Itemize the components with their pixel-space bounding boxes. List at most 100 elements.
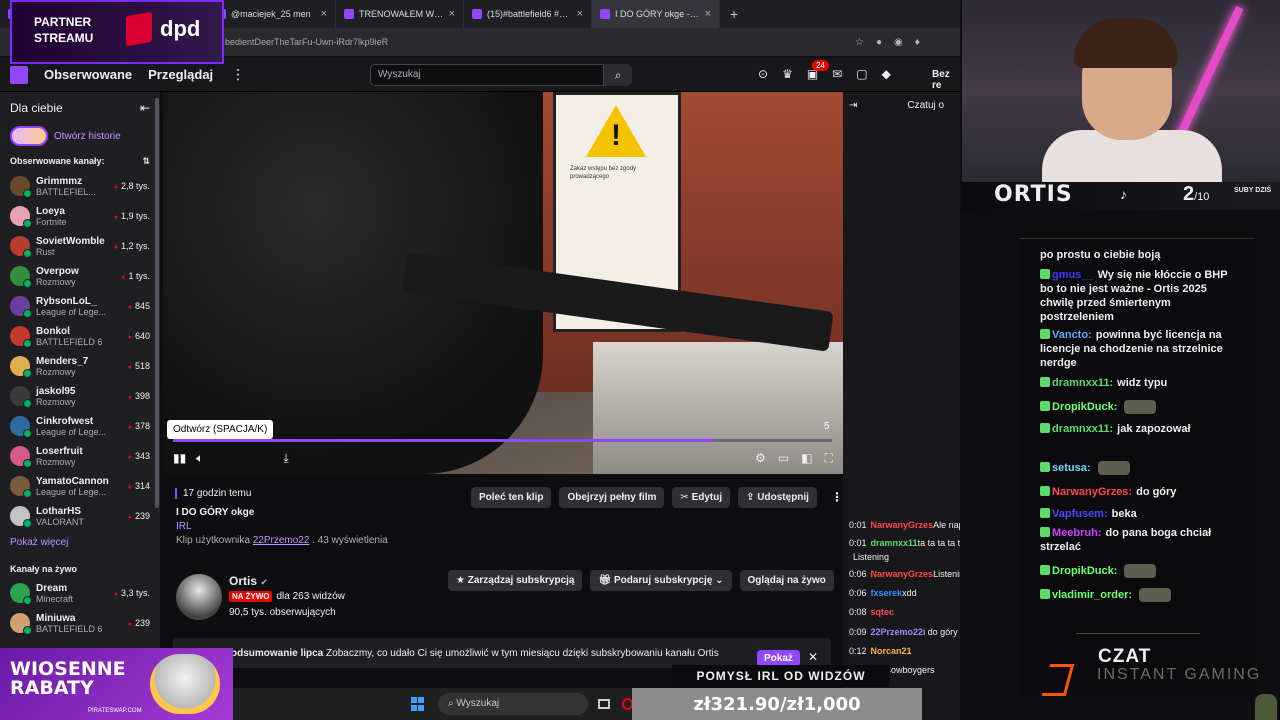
watch-full-video-button[interactable]: Obejrzyj pełny film bbox=[559, 487, 665, 508]
sidebar-channel[interactable]: Menders_7Rozmowy 518 bbox=[0, 351, 160, 381]
sidebar-channel[interactable]: SovietWombleRust 1,2 tys. bbox=[0, 231, 160, 261]
overlay-chat-message: Vapfusem: beka bbox=[1040, 507, 1240, 521]
monthly-summary-banner: odsumowanie lipca Zobaczmy, co udało Ci … bbox=[173, 638, 831, 668]
sidebar-scrollbar[interactable] bbox=[155, 98, 159, 508]
browser-tab[interactable]: @maciejek_25 men × bbox=[208, 0, 336, 28]
sidebar-channel[interactable]: BonkolBATTLEFIELD 6 640 bbox=[0, 321, 160, 351]
sub-goal-label: SUBY DZIŚ bbox=[1234, 187, 1272, 194]
sidebar-channel[interactable]: OverpowRozmowy 1 tys. bbox=[0, 261, 160, 291]
video-progress-bar[interactable] bbox=[173, 439, 832, 442]
chat-text: Listening bbox=[853, 552, 890, 562]
video-player[interactable]: Zakaz wstępu bez zgody prowadzącego bbox=[163, 92, 843, 474]
download-icon[interactable]: ⤓ bbox=[283, 451, 288, 466]
clip-author-link[interactable]: 22Przemo22 bbox=[253, 535, 310, 546]
sidebar-channel[interactable]: DreamMinecraft 3,3 tys. bbox=[0, 578, 160, 608]
share-button[interactable]: ⇪ Udostępnij bbox=[738, 487, 817, 508]
side-panel-icon[interactable]: ◧ bbox=[801, 451, 812, 466]
sidebar-channel[interactable]: jaskol95Rozmowy 398 bbox=[0, 381, 160, 411]
taskbar-search[interactable]: ⌕ Wyszukaj bbox=[438, 693, 589, 715]
overlay-chat-message: dramnxx11: widz typu bbox=[1040, 376, 1240, 390]
close-tab-icon[interactable]: × bbox=[705, 8, 711, 20]
sidebar-channel[interactable]: RybsonLoL_League of Lege... 845 bbox=[0, 291, 160, 321]
chat-username[interactable]: sqtec bbox=[871, 607, 895, 617]
chat-badge-icon bbox=[1040, 377, 1050, 387]
gift-icon: 🎁︎ bbox=[598, 575, 614, 586]
close-tab-icon[interactable]: × bbox=[449, 8, 455, 20]
clip-category-link[interactable]: IRL bbox=[176, 521, 192, 532]
channel-viewers: 1,9 tys. bbox=[114, 211, 150, 221]
chat-badge-icon bbox=[1040, 329, 1050, 339]
chat-badge-icon bbox=[1040, 401, 1050, 411]
chat-username[interactable]: fxserek bbox=[871, 588, 903, 598]
ad-free-button[interactable]: Bez re bbox=[932, 69, 960, 91]
url-field[interactable]: bedientDeerTheTarFu-Uwn-iRdr7lkp9ieR bbox=[225, 37, 845, 47]
verified-icon: ✔ bbox=[260, 577, 268, 587]
whispers-icon[interactable]: ▢ bbox=[856, 67, 867, 81]
emote-icon bbox=[1139, 588, 1172, 603]
search-icon[interactable]: ⌕ bbox=[604, 64, 632, 86]
prime-icon[interactable]: ♛ bbox=[782, 67, 793, 81]
channel-name: LotharHS bbox=[36, 505, 81, 517]
extension-icon[interactable]: ● bbox=[876, 37, 882, 48]
bookmark-star-icon[interactable]: ☆ bbox=[855, 37, 864, 48]
task-view-icon[interactable] bbox=[598, 699, 610, 709]
recommend-clip-button[interactable]: Poleć ten klip bbox=[471, 487, 552, 508]
manage-subscription-button[interactable]: ★ Zarządzaj subskrypcją bbox=[448, 570, 583, 591]
collapse-chat-icon[interactable]: ⇥ bbox=[849, 100, 857, 111]
close-icon[interactable]: ✕ bbox=[808, 650, 818, 664]
overlay-chat-text: po prostu o ciebie boją bbox=[1040, 249, 1161, 261]
settings-gear-icon[interactable]: ⚙ bbox=[755, 451, 766, 466]
browser-tab[interactable]: I DO GÓRY okge - Twi × bbox=[592, 0, 720, 28]
close-tab-icon[interactable]: × bbox=[321, 8, 327, 20]
chat-username[interactable]: dramnxx11 bbox=[871, 538, 918, 548]
nav-following[interactable]: Obserwowane bbox=[44, 67, 132, 82]
dpd-brand: dpd bbox=[160, 16, 201, 41]
channel-viewers: 3,3 tys. bbox=[114, 588, 150, 598]
close-tab-icon[interactable]: × bbox=[577, 8, 583, 20]
nav-browse[interactable]: Przeglądaj bbox=[148, 67, 213, 82]
channel-game: League of Lege... bbox=[36, 486, 107, 497]
new-tab-icon[interactable]: + bbox=[730, 6, 738, 22]
browser-tab[interactable]: TRENOWAŁEM W NOC× bbox=[336, 0, 464, 28]
play-icon[interactable]: ▮▮ bbox=[173, 451, 186, 465]
sidebar-channel[interactable]: MiniuwaBATTLEFIELD 6 239 bbox=[0, 608, 160, 638]
show-more-link[interactable]: Pokaż więcej bbox=[0, 531, 160, 554]
streamer-name[interactable]: Ortis bbox=[229, 574, 257, 588]
windows-start-icon[interactable] bbox=[411, 697, 426, 711]
extension-icon[interactable]: ♦ bbox=[915, 37, 920, 48]
drops-icon[interactable]: ⊙ bbox=[758, 67, 768, 81]
sidebar-channel[interactable]: LotharHSVALORANT 239 bbox=[0, 501, 160, 531]
tab-favicon-icon bbox=[472, 9, 482, 19]
gift-subscription-button[interactable]: 🎁︎ Podaruj subskrypcję ⌄ bbox=[590, 570, 732, 591]
sidebar-channel[interactable]: LoserfruitRozmowy 343 bbox=[0, 441, 160, 471]
chat-username[interactable]: NarwanyGrzes bbox=[871, 520, 934, 530]
channel-avatar bbox=[10, 613, 32, 635]
corner-mascot-icon bbox=[1255, 694, 1277, 720]
volume-icon[interactable]: 🔈︎ bbox=[196, 451, 203, 466]
more-icon[interactable]: ⋮ bbox=[231, 66, 245, 83]
sort-icon[interactable]: ⇅ bbox=[142, 156, 150, 167]
browser-tab[interactable]: (15)#battlefield6 #octo × bbox=[464, 0, 592, 28]
streamer-avatar[interactable] bbox=[176, 574, 222, 620]
extension-icon[interactable]: ◉ bbox=[894, 37, 903, 48]
search-input[interactable]: Wyszukaj bbox=[370, 64, 604, 86]
overlay-chat-message: gmus__ Wy się nie kłóccie o BHP bo to nie… bbox=[1040, 268, 1240, 324]
edit-clip-button[interactable]: ✂ Edytuj bbox=[672, 487, 731, 508]
sidebar-channel[interactable]: GrimmmzBATTLEFIEL... 2,8 tys. bbox=[0, 171, 160, 201]
bits-icon[interactable]: ◆ bbox=[882, 67, 891, 81]
sidebar-channel[interactable]: YamatoCannonLeague of Lege... 314 bbox=[0, 471, 160, 501]
collapse-sidebar-icon[interactable]: ⇤ bbox=[140, 101, 150, 115]
chat-username[interactable]: Norcan21 bbox=[871, 646, 912, 656]
chat-username[interactable]: NarwanyGrzes bbox=[871, 569, 934, 579]
fullscreen-icon[interactable]: ⛶ bbox=[825, 451, 833, 466]
channel-viewers: 1,2 tys. bbox=[114, 241, 150, 251]
twitch-logo-icon[interactable] bbox=[10, 65, 28, 84]
sidebar-channel[interactable]: LoeyaFortnite 1,9 tys. bbox=[0, 201, 160, 231]
watch-live-button[interactable]: Oglądaj na żywo bbox=[739, 570, 834, 591]
open-stories[interactable]: Otwórz historie bbox=[0, 124, 160, 152]
chat-username[interactable]: 22Przemo22 bbox=[871, 627, 924, 637]
theatre-mode-icon[interactable]: ▭ bbox=[778, 451, 789, 466]
sidebar-channel[interactable]: CinkrofwestLeague of Lege... 378 bbox=[0, 411, 160, 441]
chat-message: 0:06 fxserekxdd bbox=[849, 588, 960, 598]
inbox-icon[interactable]: ✉ bbox=[832, 67, 842, 81]
